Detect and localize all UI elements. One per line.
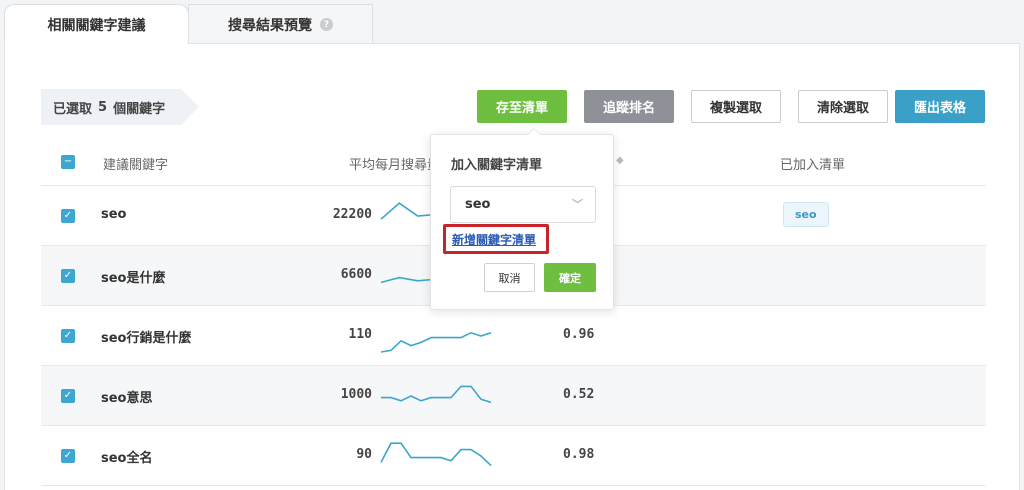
header-keyword[interactable]: 建議關鍵字 — [103, 154, 168, 173]
chevron-down-icon: ﹀ — [572, 198, 583, 211]
volume-cell: 90 — [356, 447, 372, 462]
list-select-value: seo — [465, 197, 491, 212]
highlight-box: 新增關鍵字清單 — [443, 224, 549, 254]
tab-label: 相關關鍵字建議 — [47, 17, 146, 34]
trend-line — [380, 442, 492, 467]
volume-cell: 22200 — [332, 207, 372, 222]
popover-confirm-button[interactable]: 確定 — [544, 263, 596, 292]
trend-line — [380, 331, 492, 353]
trend-sparkline — [381, 385, 492, 404]
list-tag[interactable]: seo — [783, 202, 829, 227]
tab-serp-preview[interactable]: 搜尋結果預覽 ? — [188, 4, 373, 44]
tab-label: 搜尋結果預覽 — [228, 17, 312, 34]
popover-title: 加入關鍵字清單 — [451, 158, 543, 173]
row-checkbox[interactable]: ✓ — [61, 269, 75, 283]
list-select[interactable]: seo ﹀ — [450, 186, 596, 223]
selected-suffix: 個關鍵字 — [113, 101, 166, 117]
select-all-checkbox[interactable]: − — [61, 155, 75, 169]
row-checkbox[interactable]: ✓ — [61, 389, 75, 403]
keyword-cell: seo — [101, 207, 127, 222]
keyword-cell: seo意思 — [101, 391, 153, 406]
question-icon[interactable]: ? — [320, 18, 333, 31]
volume-cell: 110 — [348, 327, 372, 342]
clear-selected-button[interactable]: 清除選取 — [798, 90, 888, 123]
add-to-list-popover: 加入關鍵字清單 seo ﹀ 新增關鍵字清單 取消 確定 — [430, 128, 614, 310]
keyword-cell: seo全名 — [101, 451, 153, 466]
volume-cell: 1000 — [340, 387, 372, 402]
table-row[interactable]: ✓ seo全名 90 0.98 — [41, 426, 986, 486]
save-to-list-button[interactable]: 存至清單 — [477, 90, 567, 123]
keyword-panel: 已選取 5 個關鍵字 存至清單 追蹤排名 複製選取 清除選取 匯出表格 − 建議… — [4, 43, 1020, 490]
keyword-cell: seo是什麼 — [101, 271, 166, 286]
competition-cell: 0.96 — [563, 327, 595, 342]
table-row[interactable]: ✓ seo行銷是什麼 110 0.96 — [41, 306, 986, 366]
header-volume[interactable]: 平均每月搜尋量 — [349, 154, 440, 173]
competition-cell: 0.52 — [563, 387, 595, 402]
tab-bar: 相關關鍵字建議 搜尋結果預覽 ? — [4, 4, 373, 44]
keyword-cell: seo行銷是什麼 — [101, 331, 192, 346]
trend-line — [381, 385, 492, 404]
popover-cancel-button[interactable]: 取消 — [484, 263, 535, 292]
export-sheet-button[interactable]: 匯出表格 — [895, 90, 985, 123]
row-checkbox[interactable]: ✓ — [61, 329, 75, 343]
new-keyword-list-link[interactable]: 新增關鍵字清單 — [452, 231, 536, 248]
trend-sparkline — [380, 442, 492, 467]
volume-cell: 6600 — [340, 267, 372, 282]
row-checkbox[interactable]: ✓ — [61, 209, 75, 223]
trend-sparkline — [380, 331, 492, 353]
selected-count: 5 — [98, 99, 108, 115]
track-rank-button[interactable]: 追蹤排名 — [584, 90, 674, 123]
copy-selected-button[interactable]: 複製選取 — [691, 90, 781, 123]
tab-related-keywords[interactable]: 相關關鍵字建議 — [4, 4, 189, 44]
selected-count-badge: 已選取 5 個關鍵字 — [41, 89, 199, 125]
table-row[interactable]: ✓ seo意思 1000 0.52 — [41, 366, 986, 426]
row-checkbox[interactable]: ✓ — [61, 449, 75, 463]
sort-icon[interactable]: ◆ — [616, 155, 624, 166]
header-lists[interactable]: 已加入清單 — [780, 154, 845, 173]
competition-cell: 0.98 — [563, 447, 595, 462]
selected-prefix: 已選取 — [53, 101, 93, 117]
